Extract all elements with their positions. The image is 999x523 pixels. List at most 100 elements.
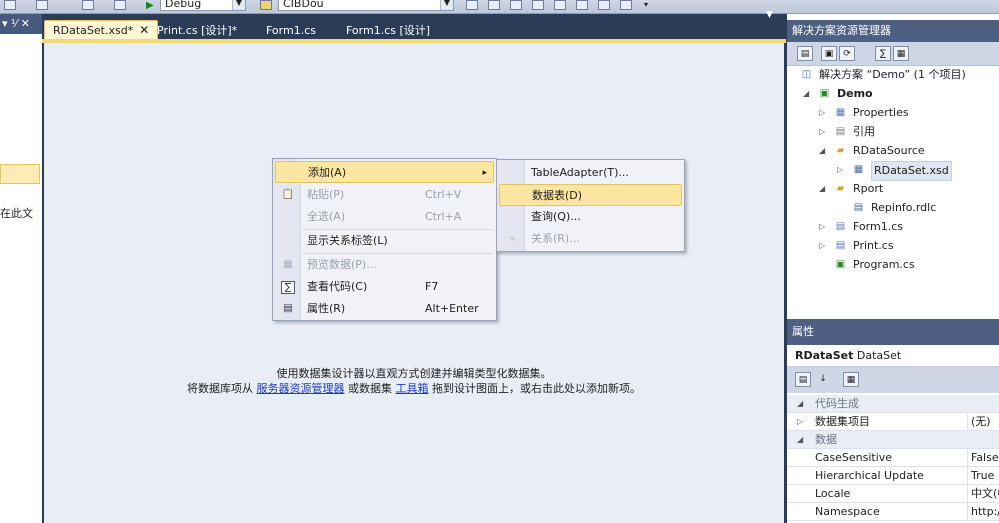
properties-object-selector[interactable]: RDataSet DataSet: [787, 345, 999, 367]
property-row[interactable]: Namespace http://: [787, 503, 999, 521]
code-icon: ∑: [281, 281, 295, 294]
property-value[interactable]: False: [971, 449, 999, 467]
collapse-arrow-icon[interactable]: ◢: [819, 142, 829, 160]
column-divider: [967, 467, 968, 485]
column-divider: [967, 503, 968, 521]
properties-panel: 属性 RDataSet DataSet ▤ ↓ ▦ ◢ 代码生成 ▷ 数据集项目…: [786, 319, 999, 523]
expand-arrow-icon[interactable]: ▷: [819, 237, 829, 255]
view-designer-icon[interactable]: ▦: [893, 46, 909, 61]
collapse-arrow-icon[interactable]: ◢: [797, 395, 803, 413]
menu-item-label: 预览数据(P)...: [307, 258, 377, 271]
designer-hint-line2: 将数据库项从 服务器资源管理器 或数据集 工具箱 拖到设计图面上，或右击此处以添…: [44, 380, 784, 396]
menu-item-label: 显示关系标签(L): [307, 234, 388, 247]
context-menu: 添加(A) ▸ 📋 粘贴(P) Ctrl+V 全选(A) Ctrl+A 显示关系…: [272, 158, 497, 321]
menu-item-select-all[interactable]: 全选(A) Ctrl+A: [275, 206, 494, 228]
property-pages-icon[interactable]: ▦: [843, 372, 859, 387]
tab-form1-cs-design[interactable]: Form1.cs [设计]: [338, 21, 438, 40]
redo-icon[interactable]: [36, 0, 48, 10]
server-explorer-link[interactable]: 服务器资源管理器: [257, 382, 345, 395]
properties-title: 属性: [787, 319, 999, 345]
tab-print-cs-design[interactable]: Print.cs [设计]*: [149, 21, 245, 40]
object-type: DataSet: [856, 349, 902, 362]
menu-item-shortcut: Ctrl+A: [425, 210, 462, 223]
show-all-files-icon[interactable]: ▣: [821, 46, 837, 61]
tab-form1-cs[interactable]: Form1.cs: [258, 21, 324, 40]
column-divider: [967, 485, 968, 503]
property-row[interactable]: Locale 中文(中: [787, 485, 999, 503]
expand-arrow-icon[interactable]: ▷: [797, 413, 803, 431]
collapse-arrow-icon[interactable]: ◢: [797, 431, 803, 449]
view-code-icon[interactable]: ∑: [875, 46, 891, 61]
main-toolbar: ▶ Debug ▼ CIBDou ▼ ▾: [0, 0, 999, 14]
form-file-icon: ▤: [835, 221, 846, 232]
chevron-down-icon[interactable]: ▼: [232, 0, 245, 10]
chevron-down-icon[interactable]: ▼: [440, 0, 453, 10]
column-divider: [967, 413, 968, 431]
toolbar-options-icon[interactable]: ▾: [644, 0, 648, 9]
property-name: CaseSensitive: [815, 451, 893, 464]
submenu-item-relation[interactable]: ⤷ 关系(R)...: [499, 228, 682, 250]
submenu-item-query[interactable]: 查询(Q)...: [499, 206, 682, 228]
hint-prefix: 将数据库项从: [187, 382, 253, 395]
property-row[interactable]: Hierarchical Update True: [787, 467, 999, 485]
properties-icon[interactable]: ▤: [797, 46, 813, 61]
tree-node-label: Repinfo.rdlc: [871, 201, 937, 214]
property-row[interactable]: ▷ 数据集项目 (无): [787, 413, 999, 431]
find-in-files-icon[interactable]: [466, 0, 478, 10]
toolbox-link[interactable]: 工具箱: [396, 382, 429, 395]
menu-item-label: 数据表(D): [532, 189, 583, 202]
menu-item-show-relation-labels[interactable]: 显示关系标签(L): [275, 230, 494, 252]
find-icon[interactable]: [260, 0, 272, 10]
left-panel-header[interactable]: ▾ ⅟ ✕: [0, 14, 42, 34]
submenu-item-tableadapter[interactable]: TableAdapter(T)...: [499, 162, 682, 184]
form-file-icon: ▤: [835, 240, 846, 251]
collapse-arrow-icon[interactable]: ◢: [819, 180, 829, 198]
expand-arrow-icon[interactable]: ▷: [837, 161, 847, 179]
start-page-icon[interactable]: [576, 0, 588, 10]
menu-item-preview-data[interactable]: ▦ 预览数据(P)...: [275, 254, 494, 276]
start-debug-icon[interactable]: ▶: [146, 0, 154, 11]
navigate-back-icon[interactable]: [82, 0, 94, 10]
submenu-item-datatable[interactable]: 数据表(D): [499, 184, 682, 206]
property-category-codegen[interactable]: ◢ 代码生成: [787, 395, 999, 413]
menu-item-paste[interactable]: 📋 粘贴(P) Ctrl+V: [275, 184, 494, 206]
tree-node-label: Properties: [853, 106, 909, 119]
dataset-file-icon: ▦: [853, 164, 864, 175]
navigate-forward-icon[interactable]: [114, 0, 126, 10]
properties-icon: ▤: [283, 303, 293, 314]
property-value[interactable]: True: [971, 467, 999, 485]
close-icon[interactable]: ✕: [139, 23, 149, 37]
alphabetical-sort-icon[interactable]: ↓: [815, 372, 831, 387]
find-combo[interactable]: CIBDou ▼: [278, 0, 454, 11]
menu-item-view-code[interactable]: ∑ 查看代码(C) F7: [275, 276, 494, 298]
expand-arrow-icon[interactable]: ▷: [819, 104, 829, 122]
extension-manager-icon[interactable]: [598, 0, 610, 10]
command-window-icon[interactable]: [620, 0, 632, 10]
categorized-icon[interactable]: ▤: [795, 372, 811, 387]
hint-mid: 或数据集: [348, 382, 392, 395]
menu-item-properties[interactable]: ▤ 属性(R) Alt+Enter: [275, 298, 494, 320]
left-panel-selected-item[interactable]: [0, 164, 40, 184]
property-value[interactable]: http://: [971, 503, 999, 521]
expand-arrow-icon[interactable]: ▷: [819, 218, 829, 236]
solution-explorer-toolbar: ▤ ▣ ⟳ ∑ ▦: [787, 42, 999, 66]
collapse-arrow-icon[interactable]: ◢: [803, 85, 813, 103]
menu-item-label: 全选(A): [307, 210, 346, 223]
toolbox-icon[interactable]: [554, 0, 566, 10]
active-files-dropdown-icon[interactable]: ▼: [766, 10, 773, 20]
undo-icon[interactable]: [4, 0, 16, 10]
property-value[interactable]: 中文(中: [971, 485, 999, 503]
solution-explorer-icon[interactable]: [488, 0, 500, 10]
menu-item-add[interactable]: 添加(A) ▸: [275, 161, 494, 183]
property-category-data[interactable]: ◢ 数据: [787, 431, 999, 449]
property-row[interactable]: CaseSensitive False: [787, 449, 999, 467]
tab-rdataset-xsd[interactable]: RDataSet.xsd* ✕: [44, 20, 159, 40]
property-name: Locale: [815, 487, 851, 500]
properties-window-icon[interactable]: [510, 0, 522, 10]
property-value[interactable]: (无): [971, 413, 999, 431]
add-submenu: TableAdapter(T)... 数据表(D) 查询(Q)... ⤷ 关系(…: [496, 159, 685, 252]
refresh-icon[interactable]: ⟳: [839, 46, 855, 61]
expand-arrow-icon[interactable]: ▷: [819, 123, 829, 141]
object-browser-icon[interactable]: [532, 0, 544, 10]
solution-config-combo[interactable]: Debug ▼: [160, 0, 246, 11]
